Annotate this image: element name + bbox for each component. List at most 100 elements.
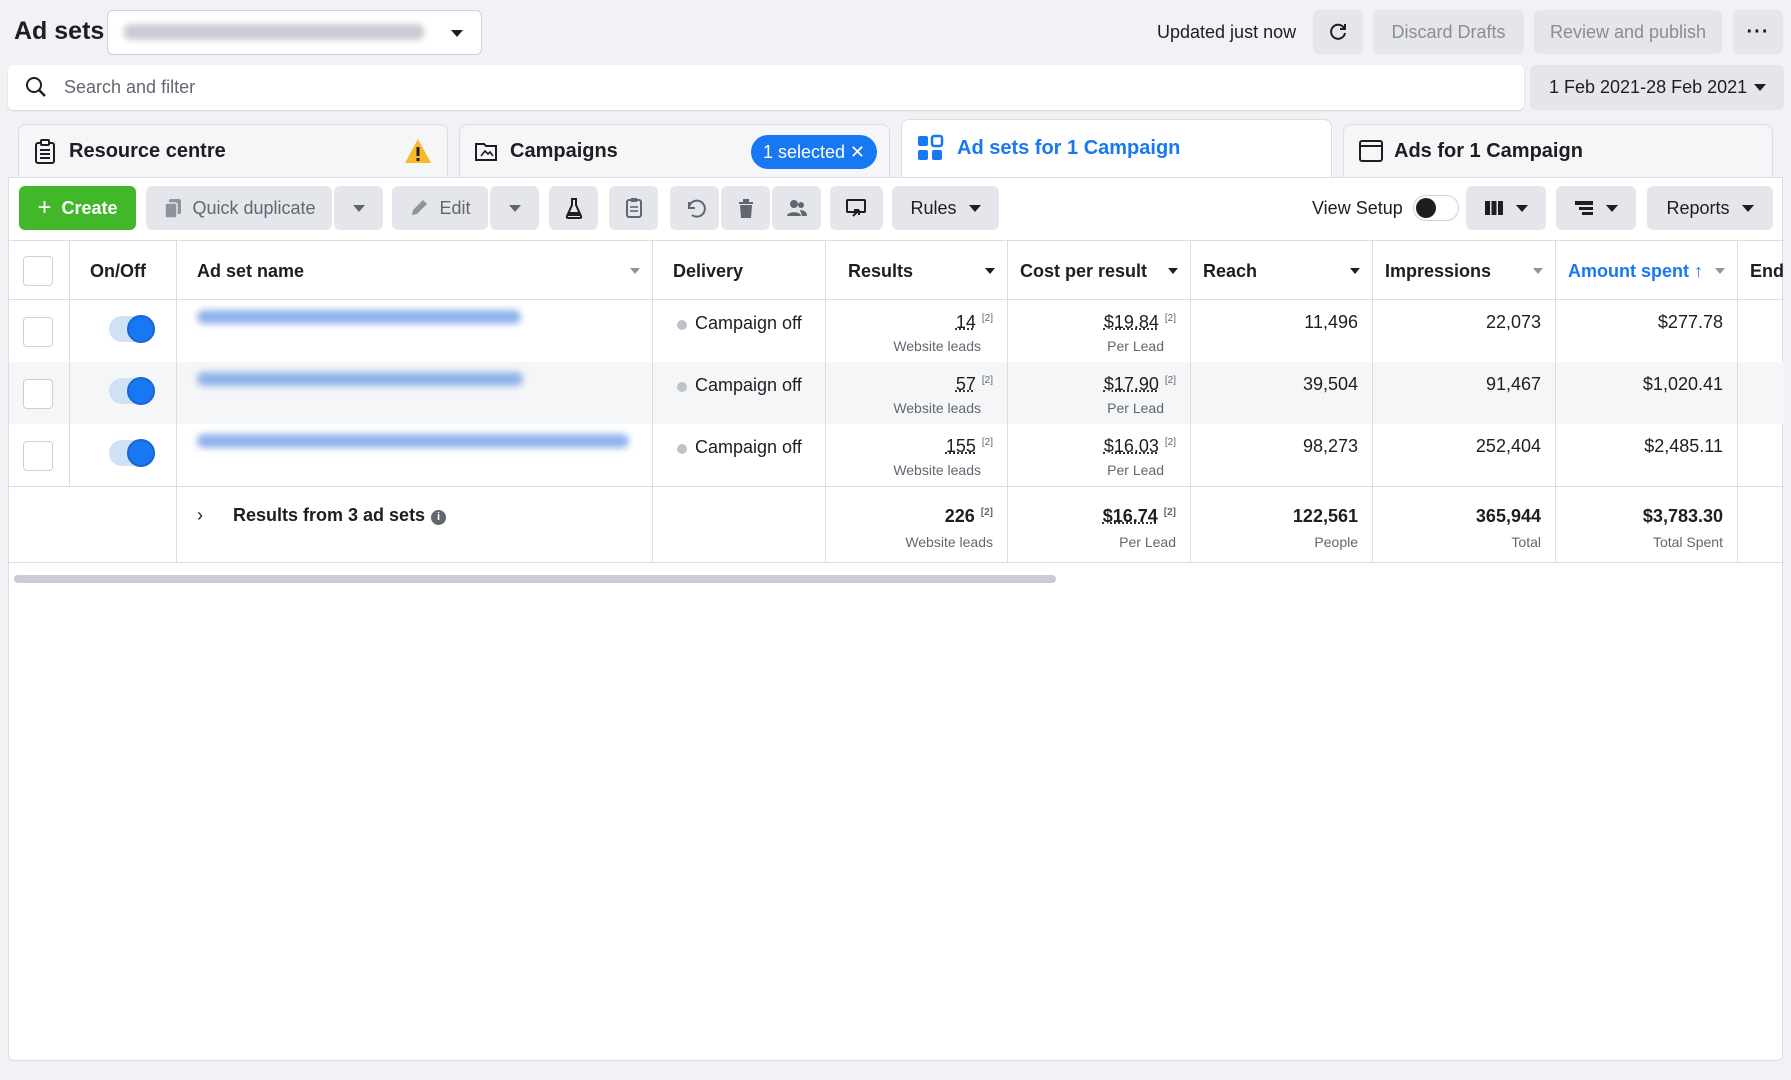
sort-icon[interactable] xyxy=(1168,268,1178,274)
people-icon xyxy=(786,200,807,216)
totals-row: › Results from 3 ad sets i 226 [2] Website … xyxy=(9,486,1784,563)
ab-test-button[interactable] xyxy=(549,186,598,230)
view-setup-toggle[interactable] xyxy=(1413,195,1459,221)
ad-set-name-redacted[interactable] xyxy=(197,372,523,386)
table-row[interactable]: Campaign off 57 [2] Website leads $17.90 [2… xyxy=(9,362,1784,424)
totals-label-cell[interactable]: › Results from 3 ad sets i xyxy=(177,487,653,562)
totals-cell: 226 [2] Website leads xyxy=(826,487,1008,562)
header-cell[interactable]: Ad set name xyxy=(177,241,653,299)
sort-icon[interactable] xyxy=(630,268,640,274)
header-cell[interactable]: Impressions xyxy=(1373,241,1556,299)
header-cell[interactable]: Results xyxy=(826,241,1008,299)
total-amount-spent-type: Total Spent xyxy=(1652,534,1723,550)
more-options-button[interactable]: ··· xyxy=(1733,10,1783,54)
header-cell[interactable]: Reach xyxy=(1191,241,1373,299)
horizontal-scrollbar[interactable] xyxy=(14,575,1056,583)
row-cell: 155 [2] Website leads xyxy=(826,424,1008,486)
table-row[interactable]: Campaign off 155 [2] Website leads $16.03[… xyxy=(9,424,1784,486)
cost-per-result-value[interactable]: $17.90 [2] xyxy=(1104,374,1176,395)
header-cell[interactable]: Delivery xyxy=(653,241,826,299)
ad-set-name-redacted[interactable] xyxy=(197,434,629,448)
delivery-status: Campaign off xyxy=(695,313,802,333)
columns-dropdown[interactable] xyxy=(1466,186,1546,230)
select-all-checkbox[interactable] xyxy=(23,256,53,286)
tab-ads[interactable]: Ads for 1 Campaign xyxy=(1343,124,1773,178)
results-type: Website leads xyxy=(893,462,981,478)
on-off-toggle[interactable] xyxy=(109,377,155,405)
reports-dropdown[interactable]: Reports xyxy=(1647,186,1773,230)
total-cost-per-result-value[interactable]: $16.74 [2] xyxy=(1103,506,1176,527)
header-cell[interactable]: Amount spent ↑ xyxy=(1556,241,1738,299)
row-checkbox[interactable] xyxy=(23,379,53,409)
toggle-knob xyxy=(127,377,155,405)
tab-resource-centre[interactable]: Resource centre xyxy=(18,124,448,178)
info-icon[interactable]: i xyxy=(431,510,447,525)
table-header: On/Off Ad set name Delivery Results Cost… xyxy=(9,240,1784,300)
more-icon: ··· xyxy=(1746,20,1770,43)
flask-icon xyxy=(565,198,582,219)
tab-campaigns[interactable]: Campaigns 1 selected ✕ xyxy=(459,124,890,178)
review-publish-button[interactable]: Review and publish xyxy=(1534,10,1722,54)
status-dot xyxy=(677,444,687,454)
row-cell: 98,273 xyxy=(1191,424,1373,486)
selected-filter-pill[interactable]: 1 selected ✕ xyxy=(751,135,877,169)
tab-label: Ad sets for 1 Campaign xyxy=(957,137,1181,159)
row-cell: Campaign off xyxy=(653,362,826,424)
refresh-icon xyxy=(1330,23,1346,40)
undo-button[interactable] xyxy=(670,186,719,230)
cost-per-result-value[interactable]: $16.03 [2] xyxy=(1104,436,1176,457)
row-cell xyxy=(9,424,70,486)
tab-label: Ads for 1 Campaign xyxy=(1394,140,1583,162)
delete-button[interactable] xyxy=(721,186,770,230)
header-cell[interactable]: Cost per result xyxy=(1008,241,1191,299)
date-range-picker[interactable]: 1 Feb 2021-28 Feb 2021 xyxy=(1530,65,1784,110)
sort-icon[interactable] xyxy=(1715,268,1725,274)
row-cell: 39,504 xyxy=(1191,362,1373,424)
header-cell[interactable]: On/Off xyxy=(70,241,177,299)
audience-button[interactable] xyxy=(772,186,821,230)
header-cell xyxy=(9,241,70,299)
quick-duplicate-dropdown[interactable] xyxy=(334,186,383,230)
results-value[interactable]: 57 [2] xyxy=(956,374,993,395)
warning-icon xyxy=(405,139,431,163)
discard-drafts-button[interactable]: Discard Drafts xyxy=(1373,10,1524,54)
column-header: Reach xyxy=(1203,261,1258,281)
ad-set-name-redacted[interactable] xyxy=(197,310,521,324)
create-label: Create xyxy=(61,197,118,218)
results-value[interactable]: 14 [2] xyxy=(956,312,993,333)
cost-per-result-value[interactable]: $19.84 [2] xyxy=(1104,312,1176,333)
tab-ad-sets[interactable]: Ad sets for 1 Campaign xyxy=(901,119,1332,180)
row-checkbox[interactable] xyxy=(23,317,53,347)
account-selector[interactable] xyxy=(107,10,482,55)
table-row[interactable]: Campaign off 14 [2] Website leads $19.84 [2… xyxy=(9,300,1784,362)
edit-button[interactable]: Edit xyxy=(392,186,488,230)
breakdown-dropdown[interactable] xyxy=(1556,186,1636,230)
close-icon[interactable]: ✕ xyxy=(850,142,865,163)
on-off-toggle[interactable] xyxy=(109,439,155,467)
rules-dropdown[interactable]: Rules xyxy=(892,186,999,230)
export-button[interactable] xyxy=(830,186,883,230)
row-checkbox[interactable] xyxy=(23,441,53,471)
sort-icon[interactable] xyxy=(1350,268,1360,274)
sort-icon[interactable] xyxy=(1533,268,1543,274)
search-input[interactable] xyxy=(64,73,1464,101)
results-value[interactable]: 155 [2] xyxy=(946,436,993,457)
pencil-icon xyxy=(412,200,428,215)
clipboard-button[interactable] xyxy=(609,186,658,230)
search-bar xyxy=(8,65,1524,110)
edit-dropdown[interactable] xyxy=(490,186,539,230)
header-cell[interactable]: Ends xyxy=(1738,241,1784,299)
refresh-button[interactable] xyxy=(1313,10,1363,54)
total-cost-per-result-type: Per Lead xyxy=(1119,534,1176,550)
duplicate-icon xyxy=(164,199,182,219)
quick-duplicate-button[interactable]: Quick duplicate xyxy=(146,186,332,230)
toggle-knob xyxy=(127,439,155,467)
impressions-value: 252,404 xyxy=(1475,436,1541,456)
folder-icon xyxy=(475,143,497,161)
chevron-right-icon[interactable]: › xyxy=(197,505,203,526)
on-off-toggle[interactable] xyxy=(109,315,155,343)
create-button[interactable]: + Create xyxy=(19,186,136,230)
sort-icon[interactable] xyxy=(985,268,995,274)
columns-icon xyxy=(1485,201,1503,215)
chevron-down-icon xyxy=(1516,204,1528,212)
